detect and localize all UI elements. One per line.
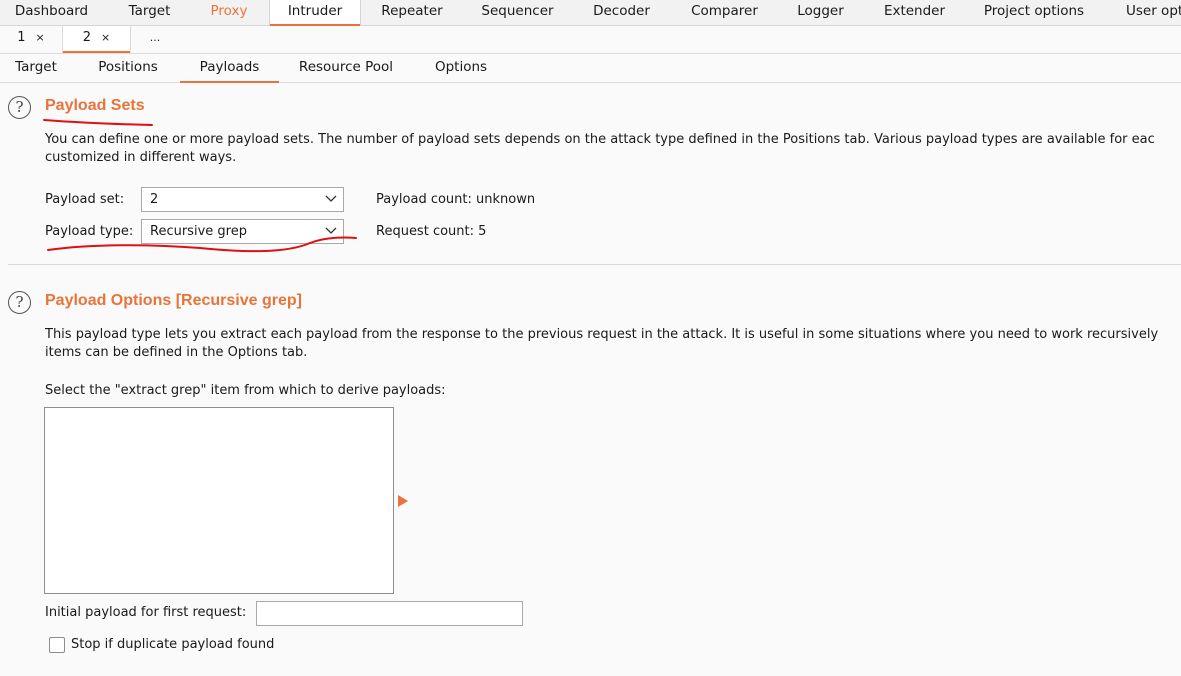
tab-dashboard[interactable]: Dashboard <box>0 0 103 26</box>
tab-project-options[interactable]: Project options <box>966 0 1102 26</box>
tab-proxy[interactable]: Proxy <box>196 0 262 26</box>
tab-repeater[interactable]: Repeater <box>361 0 463 26</box>
tab-target[interactable]: Target <box>103 0 196 26</box>
payload-options-title: Payload Options [Recursive grep] <box>45 292 302 309</box>
extract-grep-list[interactable] <box>44 407 394 594</box>
tab-comparer[interactable]: Comparer <box>671 0 778 26</box>
tab-decoder[interactable]: Decoder <box>572 0 671 26</box>
payload-sets-description: You can define one or more payload sets.… <box>45 132 1155 147</box>
extract-grep-label: Select the "extract grep" item from whic… <box>45 383 446 398</box>
expand-arrow-icon[interactable] <box>398 495 408 507</box>
subtab-resource-pool[interactable]: Resource Pool <box>290 54 402 82</box>
instance-tab-label: 2 <box>82 30 92 45</box>
close-icon[interactable]: × <box>101 31 110 44</box>
new-tab-button[interactable]: ... <box>131 26 179 53</box>
tab-intruder[interactable]: Intruder <box>269 0 361 27</box>
tab-extender[interactable]: Extender <box>863 0 966 26</box>
payload-count-label: Payload count: unknown <box>376 192 536 207</box>
instance-tab-2[interactable]: 2 × <box>62 26 131 53</box>
payload-type-label: Payload type: <box>45 224 134 239</box>
initial-payload-input[interactable] <box>256 601 523 626</box>
tab-logger[interactable]: Logger <box>778 0 863 26</box>
stop-duplicate-checkbox[interactable] <box>49 637 65 653</box>
payload-sets-description-2: customized in different ways. <box>45 150 237 165</box>
payload-type-value: Recursive grep <box>150 224 247 239</box>
main-tab-bar: Dashboard Target Proxy Intruder Repeater… <box>0 0 1181 27</box>
tab-sequencer[interactable]: Sequencer <box>463 0 572 26</box>
request-count-label: Request count: 5 <box>376 224 487 239</box>
payload-options-description-2: items can be defined in the Options tab. <box>45 345 308 360</box>
initial-payload-label: Initial payload for first request: <box>45 605 247 620</box>
chevron-down-icon <box>325 195 337 202</box>
close-icon[interactable]: × <box>36 31 45 44</box>
intruder-sub-tabs: Target Positions Payloads Resource Pool … <box>0 54 1181 83</box>
section-divider <box>8 264 1181 265</box>
payload-set-select[interactable]: 2 <box>141 187 344 212</box>
subtab-positions[interactable]: Positions <box>86 54 170 82</box>
subtab-target[interactable]: Target <box>0 54 72 82</box>
annotation-underline-title <box>43 119 153 126</box>
stop-duplicate-label: Stop if duplicate payload found <box>71 637 275 652</box>
payload-set-value: 2 <box>150 192 159 207</box>
instance-tab-label: 1 <box>17 30 26 45</box>
chevron-down-icon <box>325 227 337 234</box>
burp-window: Dashboard Target Proxy Intruder Repeater… <box>0 0 1181 676</box>
payload-set-label: Payload set: <box>45 192 125 207</box>
instance-tab-1[interactable]: 1 × <box>0 26 62 53</box>
payload-type-select[interactable]: Recursive grep <box>141 219 344 244</box>
payload-sets-title: Payload Sets <box>45 97 145 114</box>
tab-user-options[interactable]: User opt <box>1102 0 1181 26</box>
subtab-options[interactable]: Options <box>425 54 497 82</box>
intruder-instance-tabs: 1 × 2 × ... <box>0 26 1181 54</box>
help-icon[interactable]: ? <box>8 96 31 119</box>
subtab-payloads[interactable]: Payloads <box>180 54 279 83</box>
help-icon[interactable]: ? <box>8 291 31 314</box>
payload-options-description: This payload type lets you extract each … <box>45 327 1159 342</box>
